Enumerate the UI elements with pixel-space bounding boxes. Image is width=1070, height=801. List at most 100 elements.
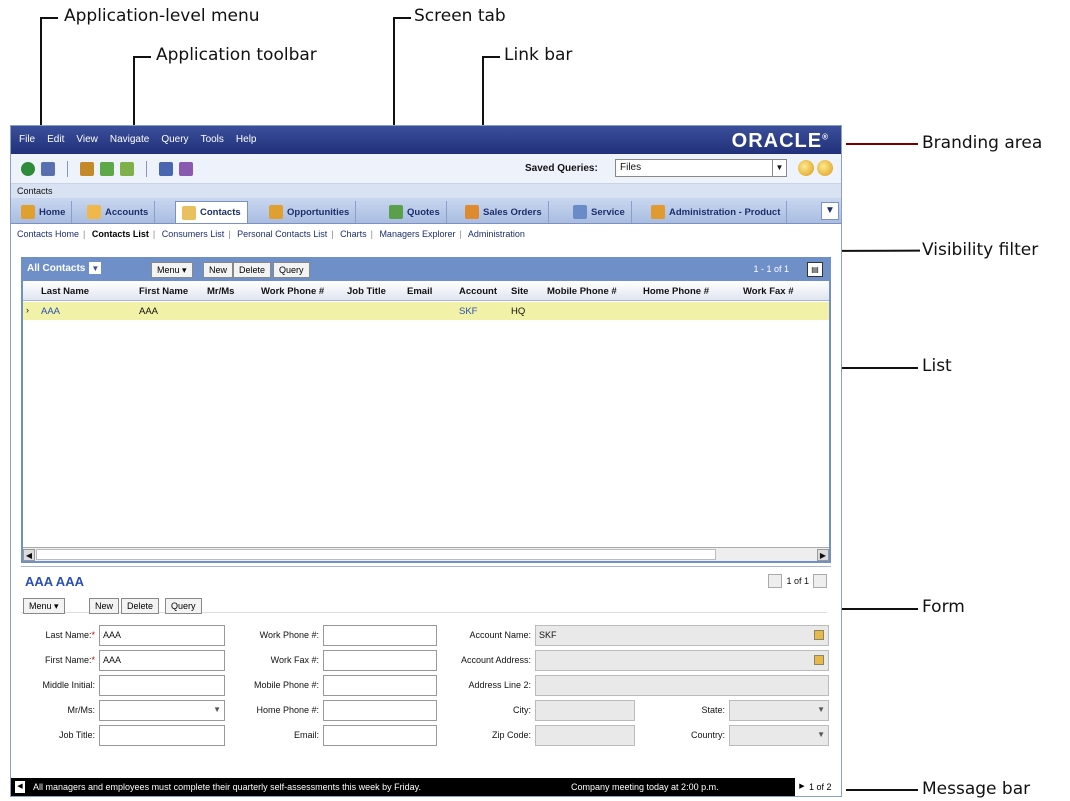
next-record-icon[interactable] (813, 574, 827, 588)
state-select[interactable]: ▼ (729, 700, 829, 721)
zip-code-field[interactable] (535, 725, 635, 746)
menu-tools[interactable]: Tools (201, 134, 224, 145)
column-header[interactable]: Mobile Phone # (547, 286, 617, 297)
link-administration[interactable]: Administration (468, 229, 525, 239)
print-icon[interactable] (41, 162, 55, 176)
zip-code-label: Zip Code: (491, 730, 531, 740)
cell-last-name[interactable]: AAA (41, 306, 60, 317)
person-icon (573, 205, 587, 219)
callout-tick-toolbar (133, 56, 151, 58)
link-personal-contacts-list[interactable]: Personal Contacts List (237, 229, 327, 239)
callout-visibility-filter: Visibility filter (922, 240, 1039, 260)
scroll-left-icon[interactable]: ◀ (23, 549, 35, 561)
form-query-button[interactable]: Query (165, 598, 202, 614)
list-query-button[interactable]: Query (273, 262, 310, 278)
link-contacts-home[interactable]: Contacts Home (17, 229, 79, 239)
calendar-check-icon[interactable] (120, 162, 134, 176)
link-charts[interactable]: Charts (340, 229, 367, 239)
tab-quotes[interactable]: Quotes (383, 201, 447, 223)
tab-contacts[interactable]: Contacts (175, 201, 248, 223)
link-managers-explorer[interactable]: Managers Explorer (379, 229, 455, 239)
menu-view[interactable]: View (76, 134, 98, 145)
column-header[interactable]: Mr/Ms (207, 286, 234, 297)
account-address-field[interactable] (535, 650, 829, 671)
home-phone-field[interactable] (323, 700, 437, 721)
column-header[interactable]: Last Name (41, 286, 89, 297)
message-text-secondary: Company meeting today at 2:00 p.m. (571, 782, 719, 792)
link-consumers-list[interactable]: Consumers List (162, 229, 225, 239)
tab-service[interactable]: Service (567, 201, 632, 223)
work-phone-field[interactable] (323, 625, 437, 646)
chevron-down-icon[interactable]: ▼ (213, 705, 221, 714)
list-menu-button[interactable]: Menu ▾ (151, 262, 193, 278)
country-select[interactable]: ▼ (729, 725, 829, 746)
work-fax-field[interactable] (323, 650, 437, 671)
chevron-down-icon[interactable]: ▼ (817, 705, 825, 714)
visibility-filter[interactable]: All Contacts ▼ (27, 262, 102, 274)
first-name-field[interactable]: AAA (99, 650, 225, 671)
column-header[interactable]: Job Title (347, 286, 386, 297)
list-delete-button[interactable]: Delete (233, 262, 272, 278)
checklist-icon[interactable] (100, 162, 114, 176)
first-name-label: First Name:* (44, 655, 95, 665)
tab-administration-product[interactable]: Administration - Product (645, 201, 788, 223)
form-menu-button[interactable]: Menu ▾ (23, 598, 65, 614)
column-header[interactable]: Email (407, 286, 432, 297)
middle-initial-field[interactable] (99, 675, 225, 696)
job-title-field[interactable] (99, 725, 225, 746)
message-prev-icon[interactable]: ◀ (15, 781, 25, 793)
table-row[interactable]: › AAA AAA SKF HQ (23, 302, 829, 320)
tab-overflow-chevron-icon[interactable]: ▼ (821, 202, 839, 220)
tab-opportunities[interactable]: Opportunities (263, 201, 357, 223)
mr-ms-select[interactable]: ▼ (99, 700, 225, 721)
column-header[interactable]: Work Phone # (261, 286, 324, 297)
form-delete-button[interactable]: Delete (121, 598, 160, 614)
tab-accounts[interactable]: Accounts (81, 201, 156, 223)
link-contacts-list[interactable]: Contacts List (92, 229, 149, 239)
menu-file[interactable]: File (19, 134, 35, 145)
column-header[interactable]: First Name (139, 286, 188, 297)
email-field[interactable] (323, 725, 437, 746)
chevron-down-icon[interactable]: ▼ (89, 262, 102, 274)
column-header[interactable]: Site (511, 286, 528, 297)
menu-query[interactable]: Query (161, 134, 188, 145)
scroll-right-icon[interactable]: ▶ (817, 549, 829, 561)
last-name-field[interactable]: AAA (99, 625, 225, 646)
horizontal-scrollbar[interactable]: ◀ ▶ (23, 547, 829, 561)
tab-home[interactable]: Home (15, 201, 73, 223)
callout-screen-tab: Screen tab (414, 6, 506, 26)
list-new-button[interactable]: New (203, 262, 234, 278)
menu-help[interactable]: Help (236, 134, 257, 145)
globe-icon[interactable] (21, 162, 35, 176)
pick-address-icon[interactable] (814, 655, 824, 665)
chevron-down-icon[interactable]: ▼ (772, 160, 786, 176)
menu-navigate[interactable]: Navigate (110, 134, 149, 145)
query-settings-icon[interactable] (817, 160, 833, 176)
message-count: ▶ 1 of 2 (795, 778, 841, 796)
column-header[interactable]: Work Fax # (743, 286, 794, 297)
message-next-icon[interactable]: ▶ (797, 781, 807, 793)
tab-sales-orders[interactable]: Sales Orders (459, 201, 549, 223)
list-view-icon[interactable] (159, 162, 173, 176)
account-name-field[interactable]: SKF (535, 625, 829, 646)
previous-record-icon[interactable] (768, 574, 783, 588)
list-columns-icon[interactable]: ▤ (807, 262, 823, 277)
cell-first-name[interactable]: AAA (139, 306, 158, 317)
column-header[interactable]: Account (459, 286, 497, 297)
column-header[interactable]: Home Phone # (643, 286, 709, 297)
cell-site[interactable]: HQ (511, 306, 525, 317)
binoculars-icon[interactable] (80, 162, 94, 176)
chevron-down-icon[interactable]: ▼ (817, 730, 825, 739)
pick-account-icon[interactable] (814, 630, 824, 640)
mobile-phone-field[interactable] (323, 675, 437, 696)
run-query-icon[interactable] (798, 160, 814, 176)
saved-queries-select[interactable]: Files ▼ (615, 159, 787, 177)
city-field[interactable] (535, 700, 635, 721)
scrollbar-thumb[interactable] (36, 549, 716, 560)
cell-account[interactable]: SKF (459, 306, 477, 317)
form-new-button[interactable]: New (89, 598, 120, 614)
document-icon[interactable] (179, 162, 193, 176)
menu-edit[interactable]: Edit (47, 134, 64, 145)
callout-form: Form (922, 597, 965, 617)
address-line2-field[interactable] (535, 675, 829, 696)
